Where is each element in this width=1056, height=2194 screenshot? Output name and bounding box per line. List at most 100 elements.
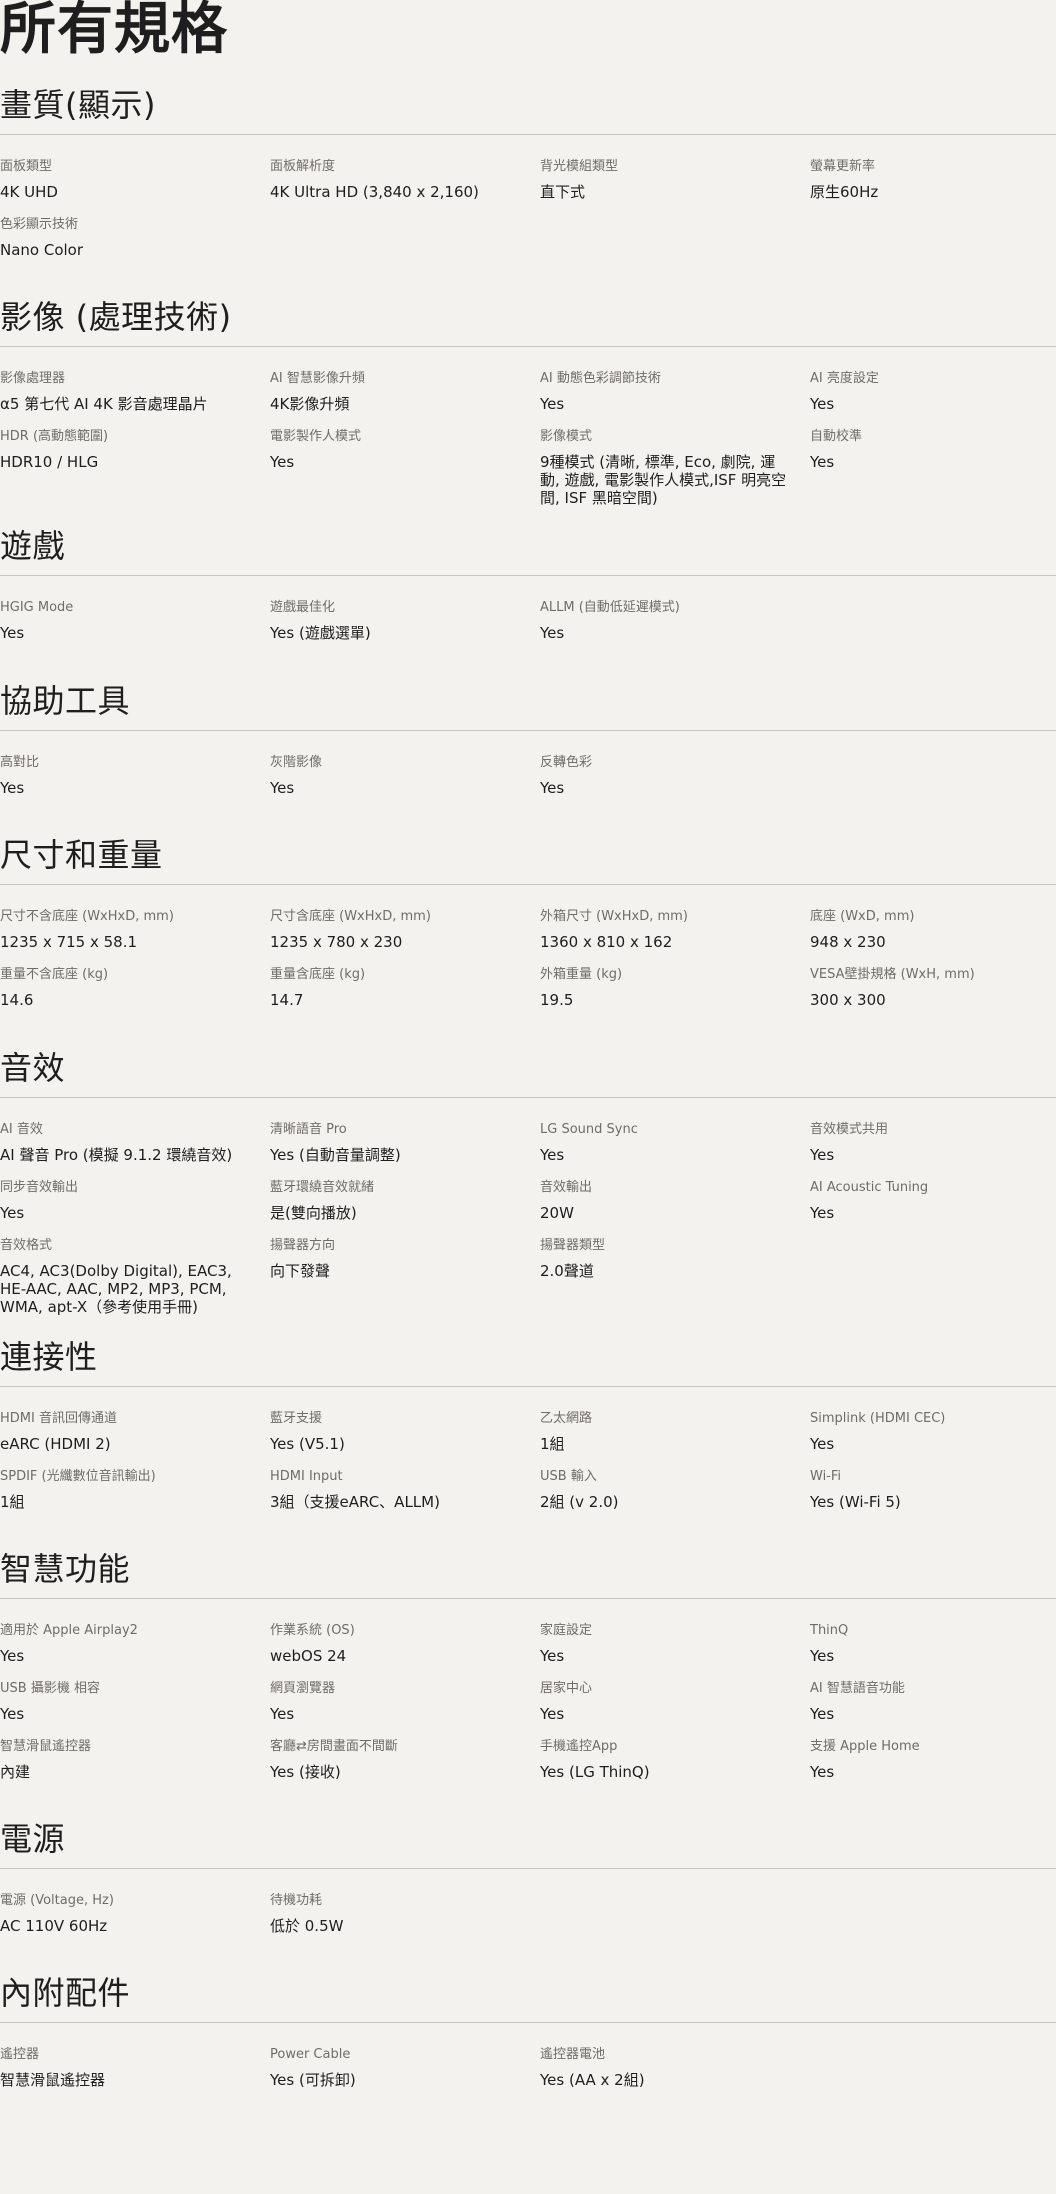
spec-value: Yes [810,1763,835,1781]
spec-section: 遊戲 HGIG Mode Yes 遊戲最佳化 Yes (遊戲選單) ALLM (自動低延遲… [0,522,1056,658]
spec-value: 低於 0.5W [270,1917,344,1935]
spec-grid: HDMI 音訊回傳通道 eARC (HDMI 2) 藍牙支援 Yes (V5.1) 乙太… [0,1411,1056,1527]
section-divider [0,134,1056,135]
section-heading: 畫質(顯示) [0,86,156,124]
spec-label: USB 攝影機 相容 [0,1681,100,1696]
spec-value: 2.0聲道 [540,1262,594,1280]
spec-value: 是(雙向播放) [270,1204,357,1222]
spec-item: ALLM (自動低延遲模式) Yes [540,600,810,658]
spec-item: 重量不含底座 (kg) 14.6 [0,967,270,1025]
spec-label: 居家中心 [540,1681,593,1696]
section-divider [0,1386,1056,1387]
spec-label: 重量含底座 (kg) [270,967,366,982]
spec-item: HDR (高動態範圍) HDR10 / HLG [0,429,270,505]
spec-value: 20W [540,1204,574,1222]
spec-label: 乙太網路 [540,1411,593,1426]
spec-value: 4K影像升頻 [270,395,350,413]
spec-item: 客廳⇄房間畫面不間斷 Yes (接收) [270,1739,540,1797]
spec-label: 音效格式 [0,1238,53,1253]
spec-item: 音效模式共用 Yes [810,1122,1056,1180]
spec-label: 家庭設定 [540,1623,593,1638]
spec-sections: 畫質(顯示) 面板類型 4K UHD 面板解析度 4K Ultra HD (3,840 … [0,81,1056,2105]
section-divider [0,346,1056,347]
spec-value: webOS 24 [270,1647,347,1665]
spec-value: Yes (遊戲選單) [270,624,371,642]
spec-value: α5 第七代 AI 4K 影音處理晶片 [0,395,208,413]
spec-section: 智慧功能 適用於 Apple Airplay2 Yes 作業系統 (OS) webOS … [0,1545,1056,1797]
spec-label: 高對比 [0,755,40,770]
spec-grid: 尺寸不含底座 (WxHxD, mm) 1235 x 715 x 58.1 尺寸含底座… [0,909,1056,1025]
spec-label: HDR (高動態範圍) [0,429,109,444]
section-heading: 電源 [0,1820,66,1858]
spec-value: 1組 [540,1435,565,1453]
spec-value: 4K Ultra HD (3,840 x 2,160) [270,183,479,201]
spec-value: AI 聲音 Pro (模擬 9.1.2 環繞音效) [0,1146,233,1164]
spec-label: AI 動態色彩調節技術 [540,371,661,386]
spec-item: 外箱重量 (kg) 19.5 [540,967,810,1025]
spec-item: 尺寸不含底座 (WxHxD, mm) 1235 x 715 x 58.1 [0,909,270,967]
spec-label: USB 輸入 [540,1469,597,1484]
spec-item: 面板解析度 4K Ultra HD (3,840 x 2,160) [270,159,540,217]
spec-label: 藍牙環繞音效就緒 [270,1180,375,1195]
spec-value: Yes [810,395,835,413]
spec-item: 面板類型 4K UHD [0,159,270,217]
spec-item: 同步音效輸出 Yes [0,1180,270,1238]
spec-label: AI 智慧語音功能 [810,1681,905,1696]
section-divider [0,2022,1056,2023]
spec-value: Yes [540,779,565,797]
spec-value: Yes [540,1705,565,1723]
spec-label: 遊戲最佳化 [270,600,336,615]
spec-value: 14.7 [270,991,304,1009]
spec-label: 揚聲器類型 [540,1238,606,1253]
spec-value: Yes (V5.1) [270,1435,345,1453]
spec-value: Yes (AA x 2組) [540,2071,645,2089]
spec-section: 音效 AI 音效 AI 聲音 Pro (模擬 9.1.2 環繞音效) 清晰語音 Pro… [0,1044,1056,1316]
spec-value: Yes [0,1705,25,1723]
spec-value: Yes [0,1204,25,1222]
spec-label: 同步音效輸出 [0,1180,79,1195]
spec-label: 電源 (Voltage, Hz) [0,1893,114,1908]
spec-label: AI 音效 [0,1122,43,1137]
spec-value: Yes (Wi-Fi 5) [810,1493,901,1511]
spec-label: 適用於 Apple Airplay2 [0,1623,138,1638]
spec-label: 網頁瀏覽器 [270,1681,336,1696]
section-heading: 協助工具 [0,682,131,720]
spec-value: Yes [810,1435,835,1453]
spec-value: 948 x 230 [810,933,886,951]
section-divider [0,1868,1056,1869]
spec-label: 電影製作人模式 [270,429,362,444]
spec-value: AC4, AC3(Dolby Digital), EAC3, HE-AAC, A… [0,1262,232,1316]
spec-value: 原生60Hz [810,183,879,201]
spec-label: 面板解析度 [270,159,336,174]
spec-label: Wi-Fi [810,1469,842,1484]
spec-value: 1組 [0,1493,25,1511]
spec-value: Yes (可拆卸) [270,2071,356,2089]
spec-item: AI 動態色彩調節技術 Yes [540,371,810,429]
section-heading: 音效 [0,1049,66,1087]
spec-item: 音效格式 AC4, AC3(Dolby Digital), EAC3, HE-AA… [0,1238,270,1316]
section-heading: 遊戲 [0,527,66,565]
spec-label: 背光模組類型 [540,159,619,174]
spec-label: HDMI 音訊回傳通道 [0,1411,117,1426]
spec-label: 支援 Apple Home [810,1739,920,1754]
spec-label: Simplink (HDMI CEC) [810,1411,946,1426]
section-heading: 智慧功能 [0,1550,131,1588]
spec-value: 1235 x 715 x 58.1 [0,933,138,951]
spec-item: 高對比 Yes [0,755,270,813]
spec-value: Yes [270,1705,295,1723]
spec-label: 藍牙支援 [270,1411,323,1426]
spec-section: 協助工具 高對比 Yes 灰階影像 Yes 反轉色彩 Yes [0,677,1056,813]
spec-value: HDR10 / HLG [0,453,99,471]
spec-grid: 電源 (Voltage, Hz) AC 110V 60Hz 待機功耗 低於 0.5W [0,1893,1056,1951]
spec-label: 面板類型 [0,159,53,174]
spec-value: Yes [270,779,295,797]
spec-value: eARC (HDMI 2) [0,1435,111,1453]
spec-label: 清晰語音 Pro [270,1122,347,1137]
spec-item: AI 亮度設定 Yes [810,371,1056,429]
spec-label: HDMI Input [270,1469,343,1484]
spec-item: HDMI Input 3組（支援eARC、ALLM) [270,1469,540,1527]
spec-value: 內建 [0,1763,31,1781]
spec-label: AI Acoustic Tuning [810,1180,929,1195]
spec-item: 藍牙環繞音效就緒 是(雙向播放) [270,1180,540,1238]
spec-grid: 適用於 Apple Airplay2 Yes 作業系統 (OS) webOS 24 家庭… [0,1623,1056,1797]
